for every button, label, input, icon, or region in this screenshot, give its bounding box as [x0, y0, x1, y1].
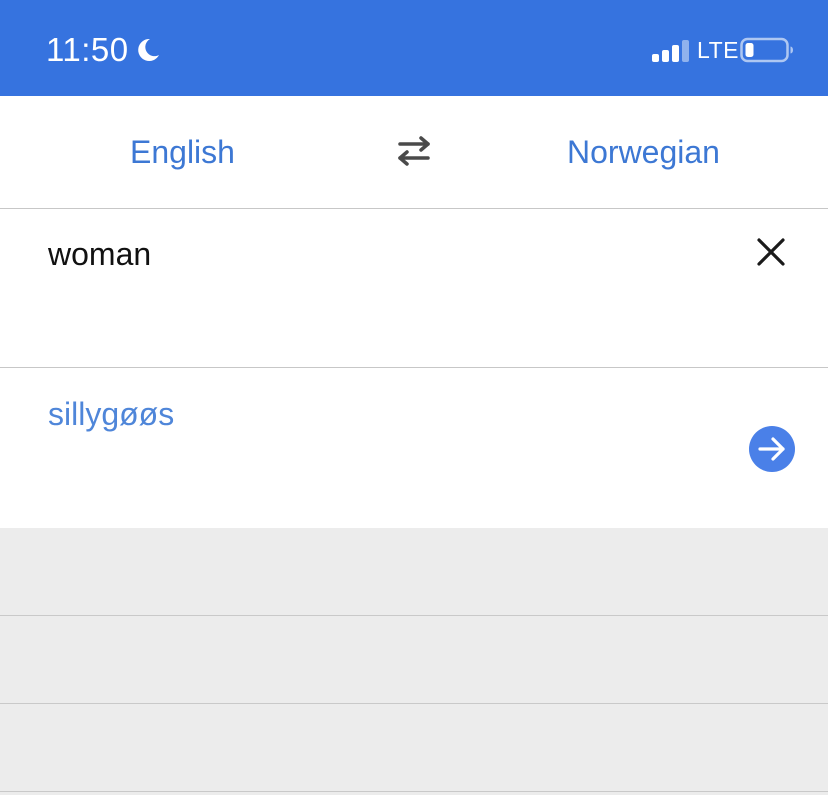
network-label: LTE — [697, 37, 739, 63]
target-language-button[interactable]: Norwegian — [567, 134, 720, 170]
status-time: 11:50 — [46, 31, 129, 68]
status-bar: 11:50 LTE — [0, 0, 828, 96]
battery-icon — [740, 37, 793, 63]
language-bar: English Norwegian — [0, 96, 828, 209]
input-area — [0, 209, 828, 368]
arrow-right-icon — [758, 437, 785, 461]
signal-icon — [652, 38, 690, 62]
close-icon[interactable] — [752, 233, 790, 271]
source-language-button[interactable]: English — [130, 134, 235, 170]
translation-result: sillygøøs — [0, 368, 828, 528]
moon-icon — [138, 38, 159, 61]
source-text-input[interactable] — [48, 236, 728, 272]
swap-arrows-icon[interactable] — [392, 134, 436, 168]
translation-text: sillygøøs — [48, 396, 175, 432]
open-translation-button[interactable] — [749, 426, 795, 472]
history-row[interactable] — [0, 616, 828, 704]
history-row[interactable] — [0, 704, 828, 792]
history-row[interactable] — [0, 528, 828, 616]
